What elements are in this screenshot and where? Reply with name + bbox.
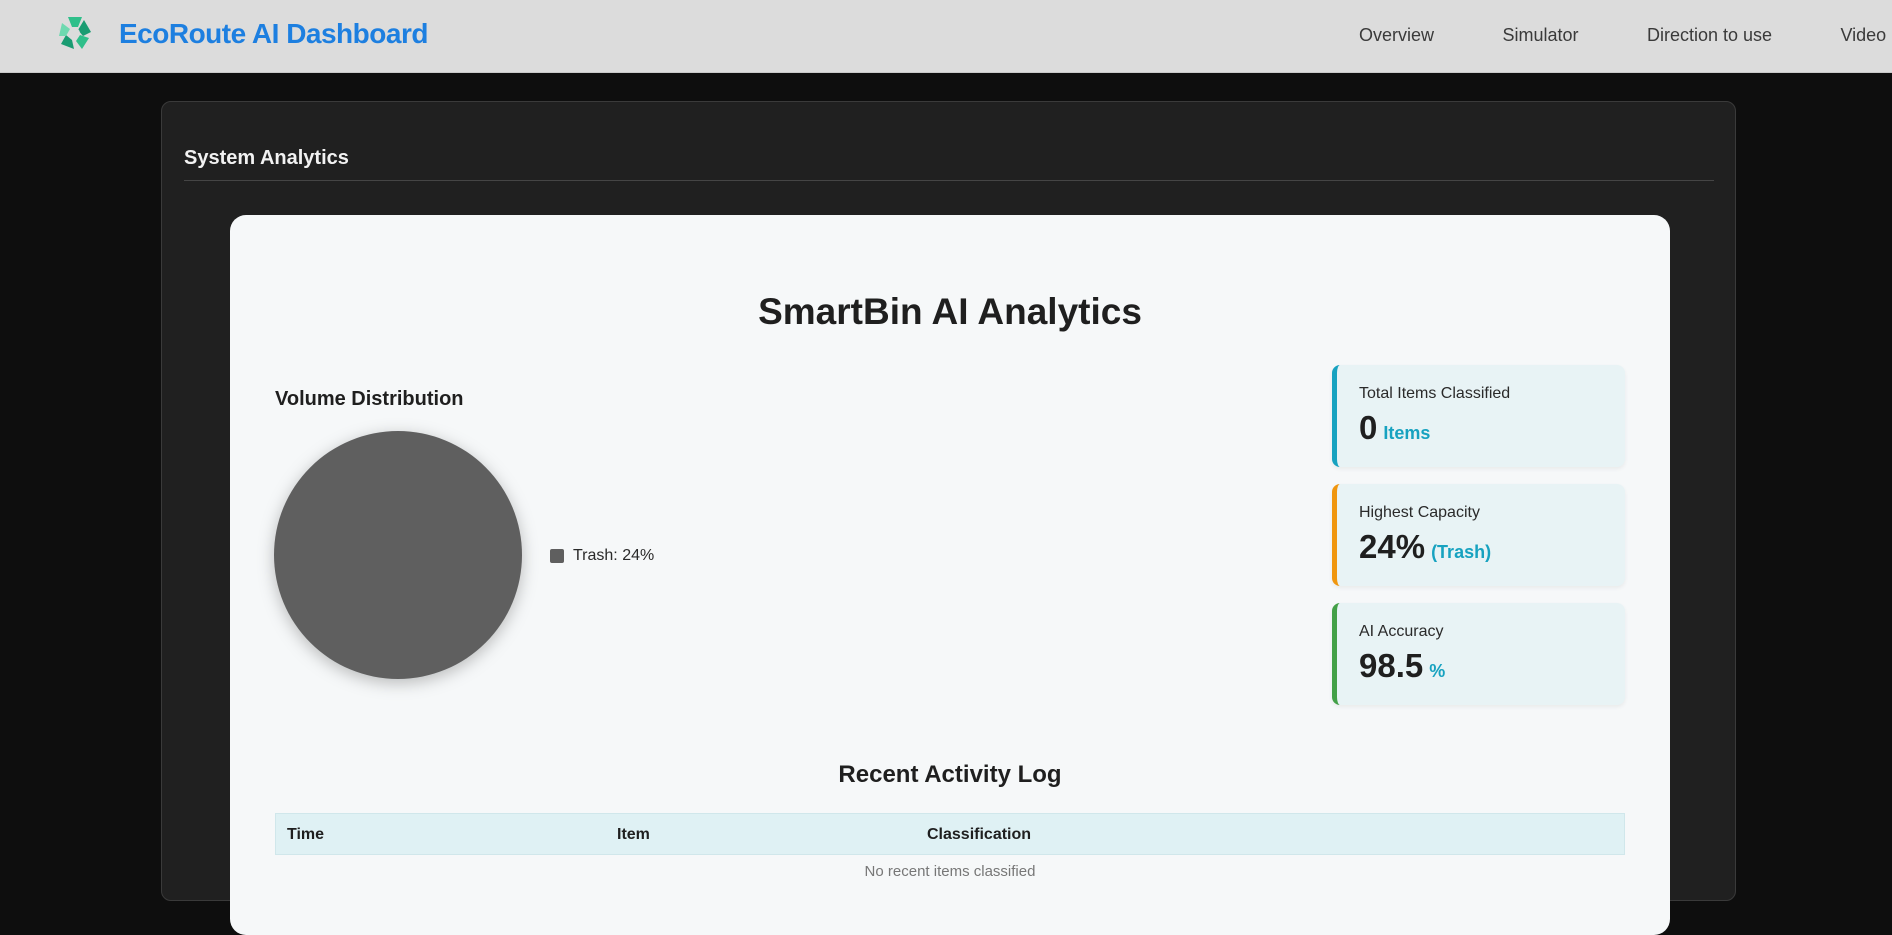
stat-label: Total Items Classified: [1359, 385, 1511, 402]
stat-number: 24%: [1359, 528, 1426, 565]
column-header-classification: Classification: [927, 826, 1032, 843]
pie-legend: Trash: 24%: [550, 546, 654, 566]
empty-log-message: No recent items classified: [864, 863, 1036, 880]
system-analytics-panel: System Analytics SmartBin AI Analytics V…: [161, 101, 1736, 935]
activity-log-header-row: Time Item Classification: [275, 813, 1625, 855]
volume-pie-chart: [274, 431, 522, 679]
stat-unit: Items: [1383, 423, 1431, 443]
nav-direction-to-use[interactable]: Direction to use: [1647, 25, 1772, 46]
stat-value: 0 Items: [1359, 409, 1430, 447]
panel-title: System Analytics: [184, 147, 349, 169]
top-navbar: EcoRoute AI Dashboard Overview Simulator…: [0, 0, 1892, 73]
legend-label-trash: Trash: 24%: [573, 547, 655, 564]
stat-unit: %: [1429, 661, 1446, 681]
stat-ai-accuracy: AI Accuracy 98.5%: [1332, 603, 1625, 705]
nav-overview[interactable]: Overview: [1359, 25, 1434, 46]
stat-label: Highest Capacity: [1359, 504, 1480, 521]
nav-video[interactable]: Video I: [1840, 25, 1892, 46]
stat-number: 0: [1359, 409, 1378, 446]
column-header-time: Time: [287, 826, 325, 843]
activity-log-title: Recent Activity Log: [838, 761, 1062, 788]
stat-total-items: Total Items Classified 0 Items: [1332, 365, 1625, 467]
divider: [184, 180, 1714, 181]
stat-label: AI Accuracy: [1359, 623, 1444, 640]
stat-value: 98.5%: [1359, 647, 1445, 685]
app-title[interactable]: EcoRoute AI Dashboard: [119, 18, 428, 50]
nav-simulator[interactable]: Simulator: [1502, 25, 1578, 46]
stat-value: 24% (Trash): [1359, 528, 1491, 566]
stat-number: 98.5: [1359, 647, 1424, 684]
recycle-logo-icon: [59, 17, 91, 49]
column-header-item: Item: [617, 826, 650, 843]
volume-distribution-title: Volume Distribution: [275, 388, 464, 410]
stat-unit: (Trash): [1431, 542, 1492, 562]
main-nav: Overview Simulator Direction to use Vide…: [1359, 25, 1892, 49]
legend-swatch-trash: [550, 549, 564, 563]
pie-slice-trash: [274, 431, 522, 679]
page-title: SmartBin AI Analytics: [758, 291, 1142, 332]
stat-highest-capacity: Highest Capacity 24% (Trash): [1332, 484, 1625, 586]
analytics-card: SmartBin AI Analytics Volume Distributio…: [230, 215, 1670, 935]
